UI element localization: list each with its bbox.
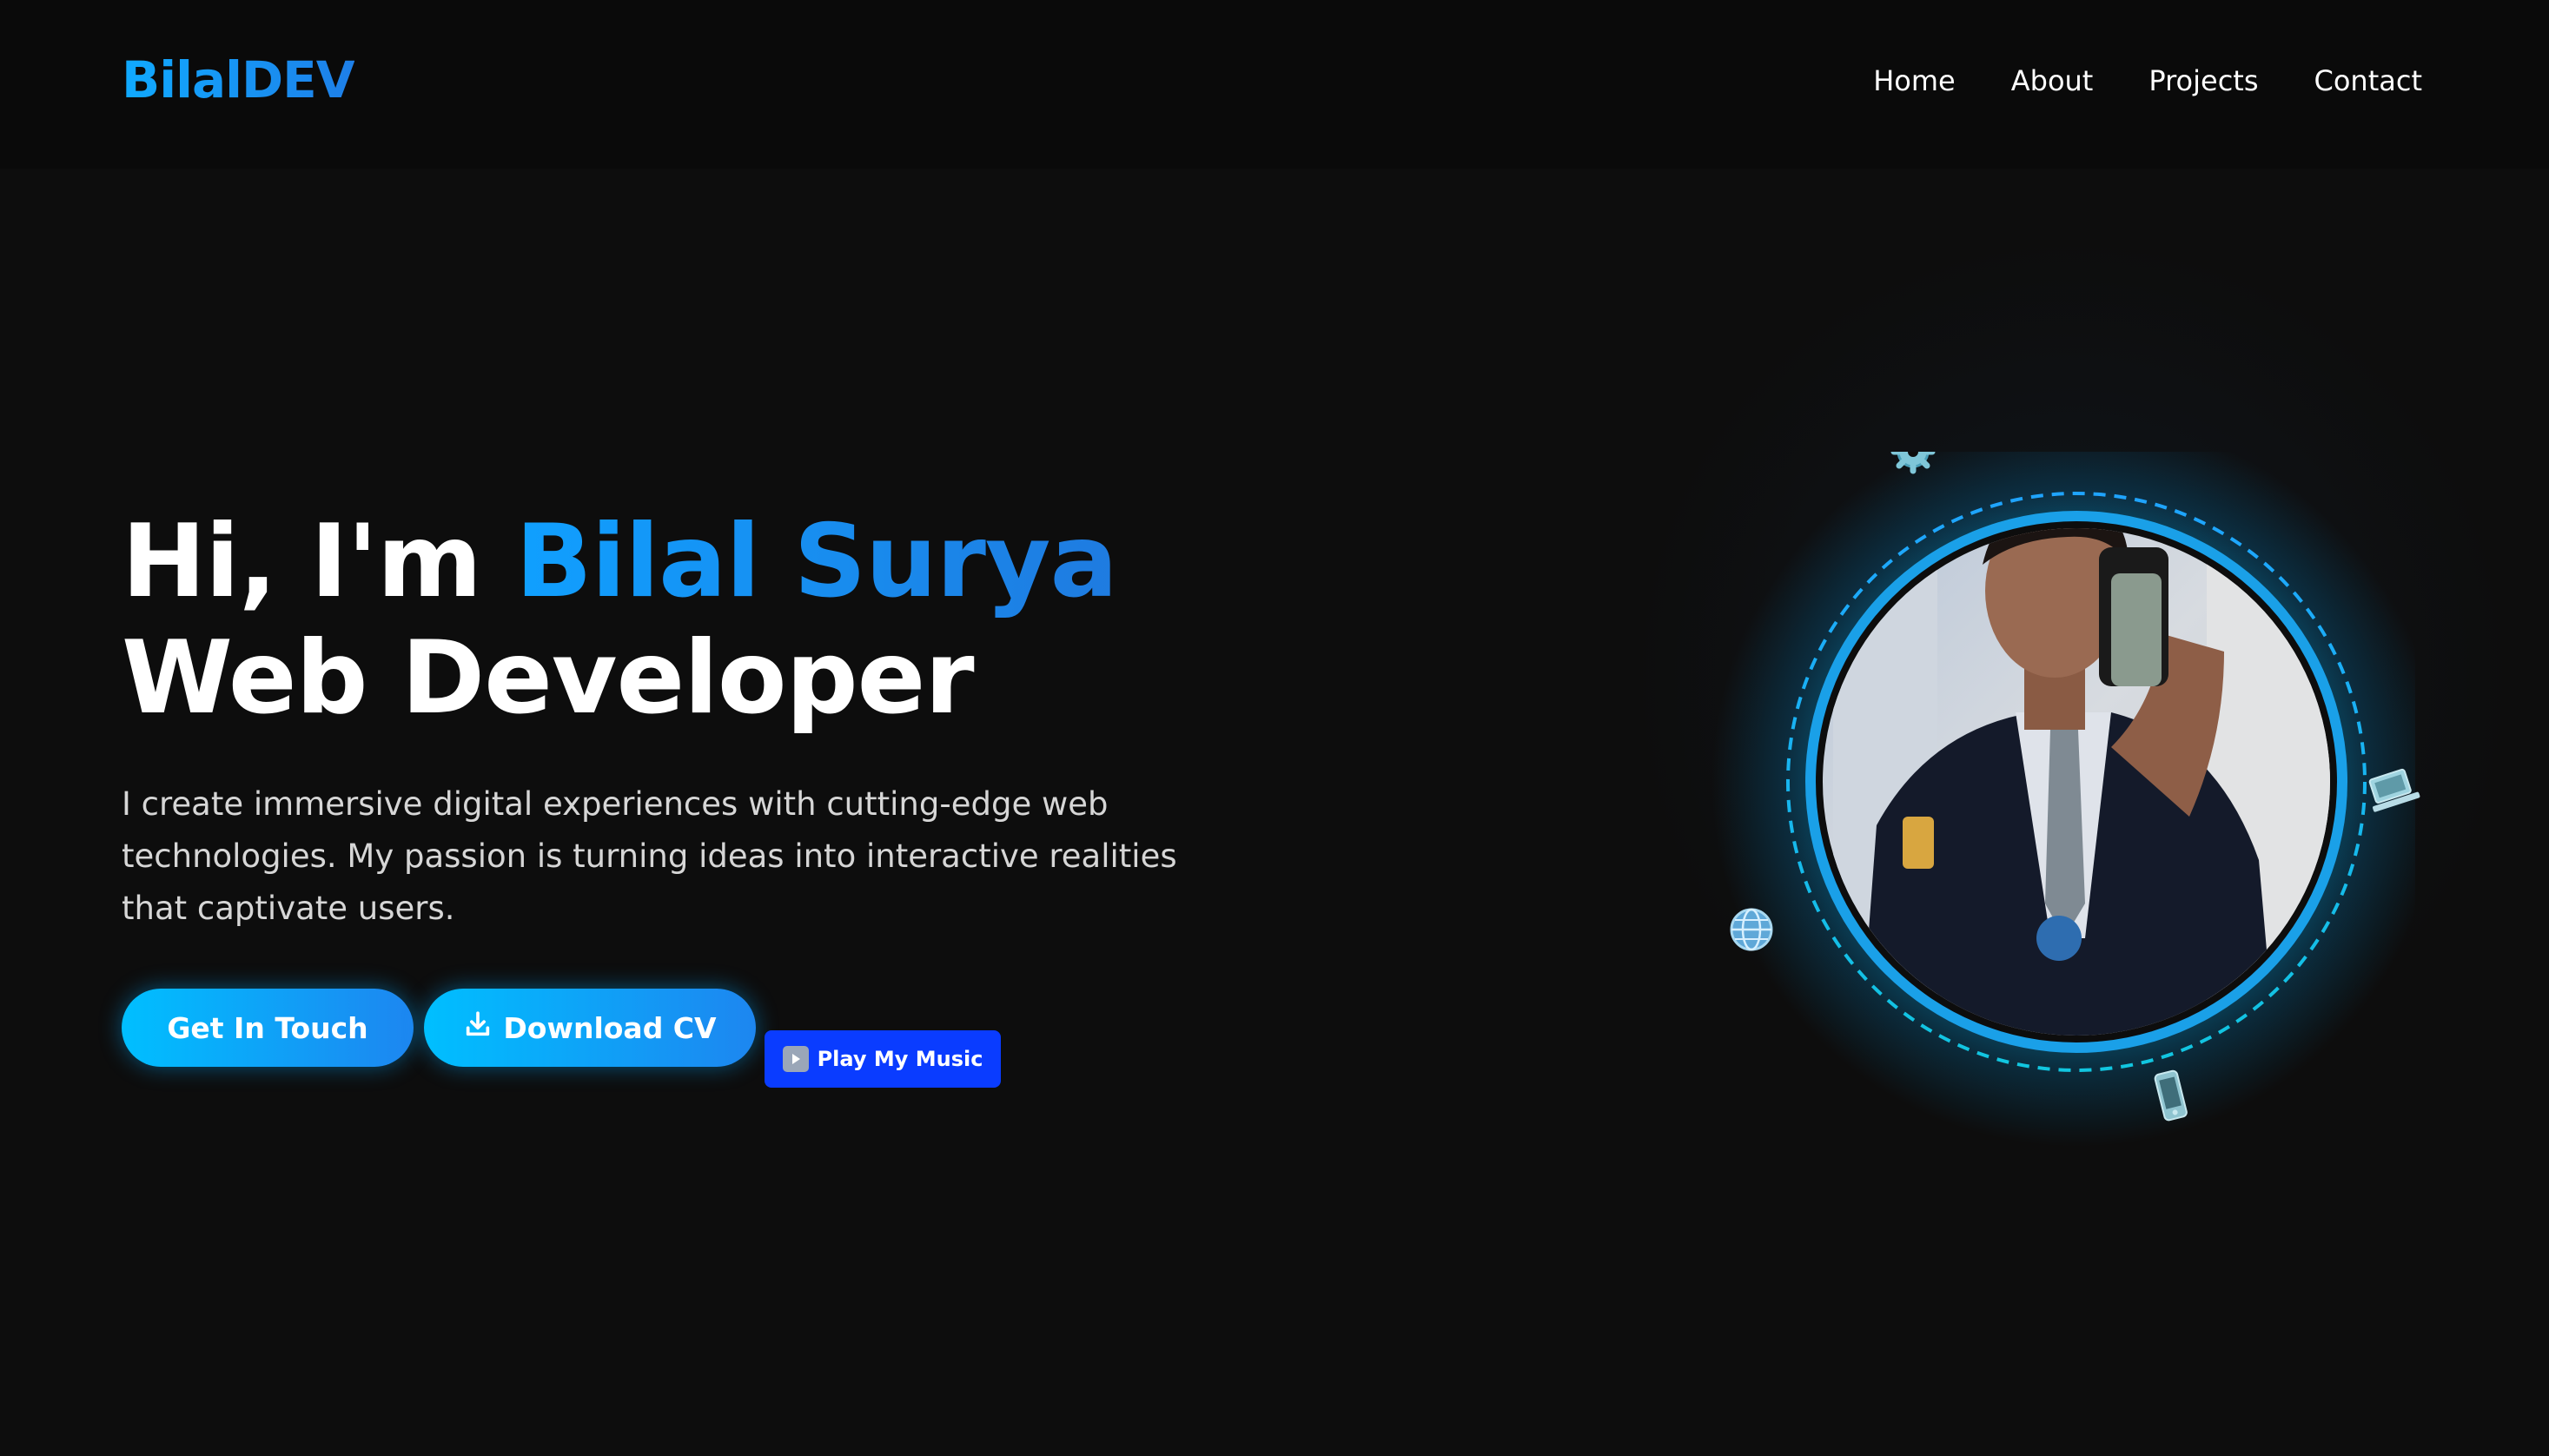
hero-greeting: Hi, I'm: [122, 503, 516, 620]
hero-title: Hi, I'm Bilal Surya Web Developer: [122, 503, 1118, 737]
play-icon: [782, 1046, 809, 1072]
nav-links: Home About Projects Contact: [1873, 64, 2422, 97]
logo[interactable]: BilalDEV: [122, 50, 355, 109]
phone-icon: [2154, 1069, 2188, 1122]
gear-icon: [1890, 452, 1936, 474]
play-music-button[interactable]: Play My Music: [765, 1030, 1001, 1088]
profile-visual: [1711, 452, 2415, 1147]
download-cv-button[interactable]: Download CV: [424, 989, 756, 1067]
play-music-label: Play My Music: [817, 1047, 983, 1071]
page: BilalDEV Home About Projects Contact Hi,…: [0, 0, 2549, 1456]
laptop-icon: [2368, 768, 2420, 812]
hero-role: Web Developer: [122, 619, 975, 737]
hero-description: I create immersive digital experiences w…: [122, 785, 1177, 927]
globe-icon: [1730, 908, 1773, 951]
download-icon: [463, 1009, 493, 1046]
nav-home[interactable]: Home: [1873, 64, 1956, 97]
nav-about[interactable]: About: [2011, 64, 2094, 97]
nav-contact[interactable]: Contact: [2314, 64, 2423, 97]
navbar: BilalDEV Home About Projects Contact: [0, 0, 2549, 169]
get-in-touch-label: Get In Touch: [167, 1010, 368, 1045]
hero-name: Bilal Surya: [515, 503, 1118, 620]
download-cv-label: Download CV: [503, 1010, 717, 1045]
nav-projects[interactable]: Projects: [2148, 64, 2258, 97]
get-in-touch-button[interactable]: Get In Touch: [122, 989, 414, 1067]
